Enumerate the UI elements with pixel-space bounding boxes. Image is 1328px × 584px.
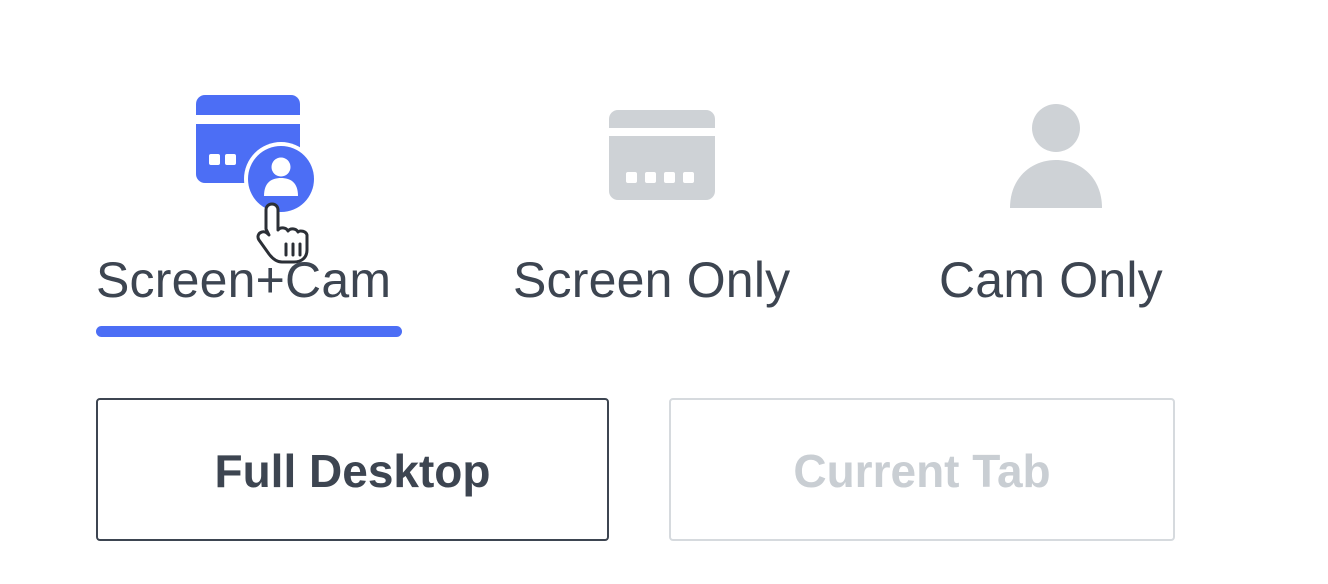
screen-cam-icon [196, 95, 318, 212]
tab-cam-only[interactable]: Cam Only [915, 0, 1205, 350]
tab-label-screen-cam: Screen+Cam [96, 252, 392, 308]
current-tab-button[interactable]: Current Tab [669, 398, 1175, 541]
person-icon [1010, 104, 1102, 208]
full-desktop-button[interactable]: Full Desktop [96, 398, 609, 541]
tab-screen-cam[interactable]: Screen+Cam [80, 0, 430, 350]
screen-icon [609, 110, 715, 200]
active-tab-indicator [96, 326, 402, 337]
tab-screen-only[interactable]: Screen Only [490, 0, 840, 350]
tab-label-screen-only: Screen Only [513, 252, 791, 308]
tab-label-cam-only: Cam Only [939, 252, 1163, 308]
